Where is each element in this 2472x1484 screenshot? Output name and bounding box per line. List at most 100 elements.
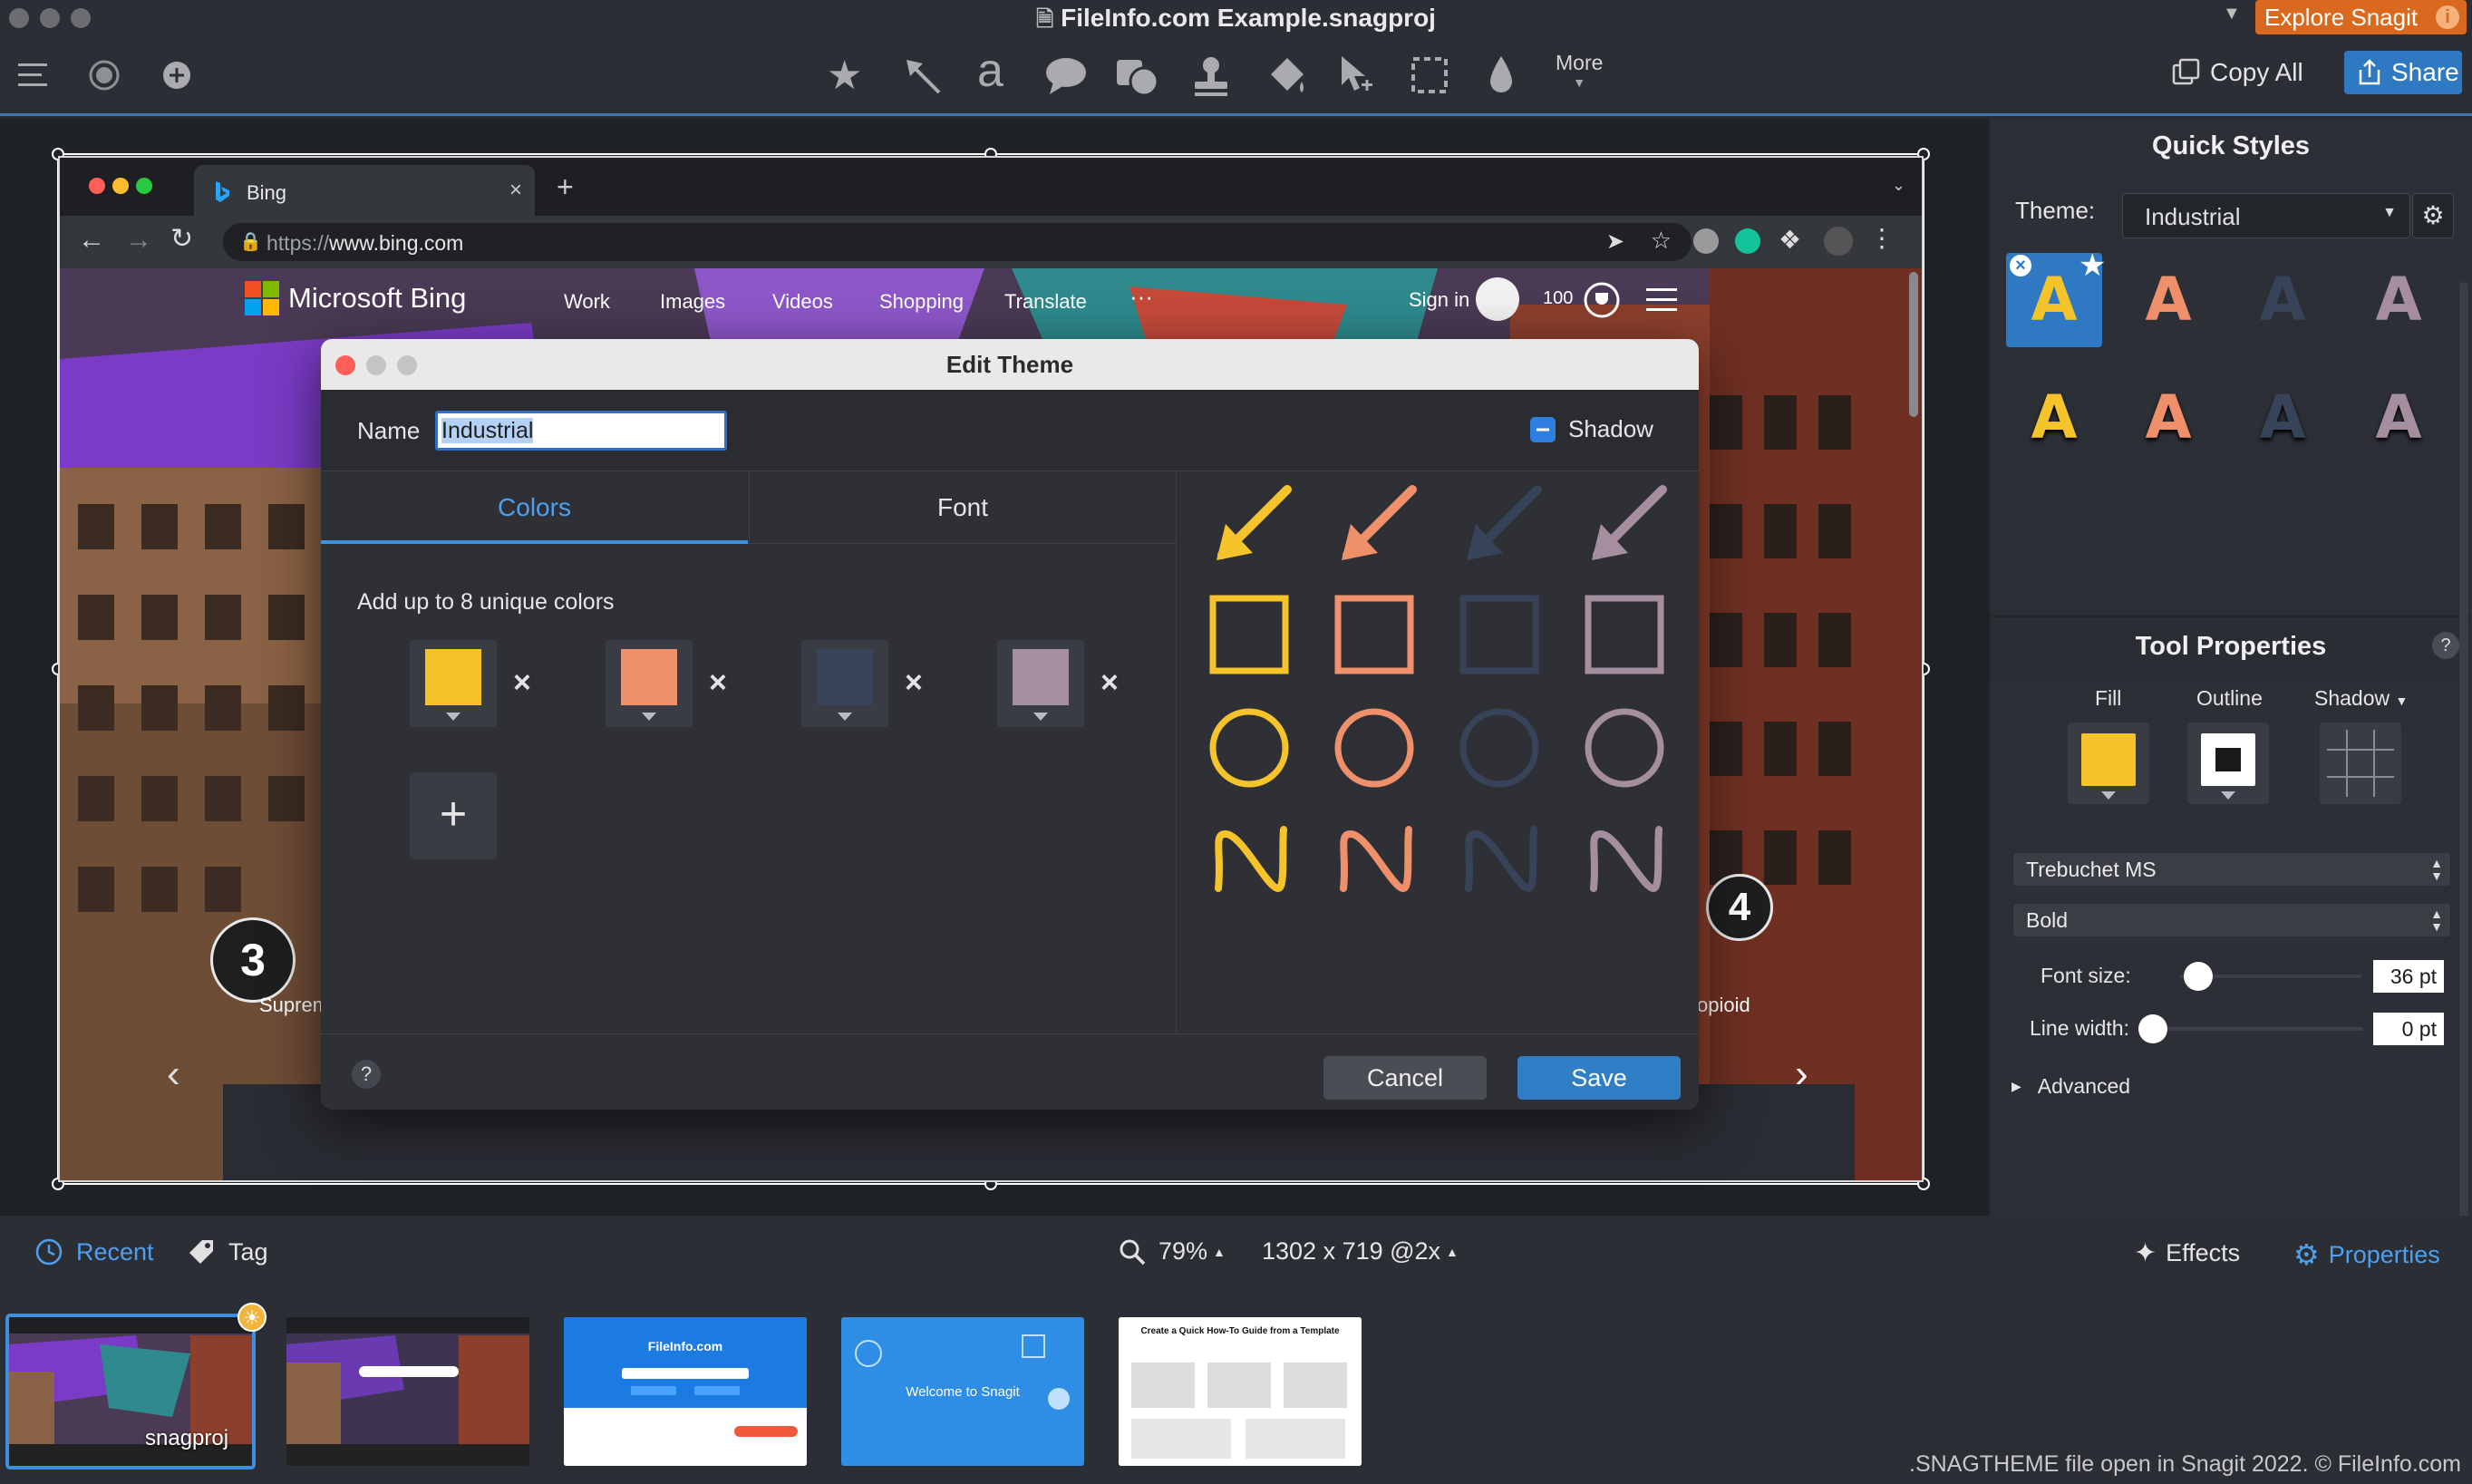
remove-color-4-icon[interactable]: × <box>1100 665 1119 701</box>
quick-style-8[interactable]: A <box>2351 371 2447 465</box>
font-size-slider-thumb[interactable] <box>2184 962 2213 991</box>
stamp-tool-icon[interactable] <box>1191 54 1231 98</box>
url-domain: www.bing.com <box>329 231 464 255</box>
copy-all-button[interactable]: Copy All <box>2172 58 2303 87</box>
callout-tool-icon[interactable] <box>1044 56 1088 96</box>
advanced-disclosure[interactable]: ▶ Advanced <box>2012 1074 2130 1099</box>
shadow-checkbox[interactable]: Shadow <box>1530 415 1653 443</box>
outline-color-picker[interactable] <box>2187 723 2269 804</box>
quick-style-5[interactable]: A <box>2006 371 2102 465</box>
cancel-button[interactable]: Cancel <box>1323 1056 1487 1100</box>
clock-icon <box>35 1238 63 1266</box>
fill-tool-icon[interactable] <box>1265 54 1307 96</box>
font-family-select[interactable]: Trebuchet MS ▲ ▼ <box>2013 853 2450 886</box>
panel-scrollbar[interactable] <box>2459 282 2468 1252</box>
move-tool-icon[interactable] <box>1338 54 1374 98</box>
remove-color-3-icon[interactable]: × <box>905 665 923 701</box>
bing-sign-in: Sign in <box>1409 288 1470 311</box>
chevron-down-icon <box>642 713 656 721</box>
theme-select[interactable]: Industrial ▼ <box>2122 193 2410 238</box>
carousel-caption-left: Suprem <box>259 994 330 1016</box>
theme-settings-gear-icon[interactable]: ⚙ <box>2412 193 2454 238</box>
favorites-star-icon[interactable]: ★ <box>827 56 862 96</box>
quick-style-2[interactable]: A <box>2120 253 2216 347</box>
browser-zoom-dot <box>136 178 152 194</box>
new-capture-plus-icon[interactable] <box>161 60 192 91</box>
shadow-dropdown[interactable]: Shadow ▼ <box>2314 686 2408 711</box>
favorite-star-icon[interactable]: ★ <box>2079 247 2106 284</box>
remove-color-2-icon[interactable]: × <box>709 665 727 701</box>
blur-tool-icon[interactable] <box>1487 54 1516 96</box>
color-swatch-3[interactable] <box>801 640 888 727</box>
toolbar: ★ a More ▼ Copy All Share <box>0 36 2472 116</box>
font-weight-select[interactable]: Bold ▲ ▼ <box>2013 904 2450 936</box>
add-color-button[interactable]: + <box>410 772 497 859</box>
dialog-close-button[interactable] <box>335 355 355 375</box>
carousel-prev-arrow-icon: ‹ <box>167 1052 180 1096</box>
arrow-tool-icon[interactable] <box>903 56 943 96</box>
chevron-down-icon: ▼ <box>2382 205 2397 220</box>
bing-nav-work: Work <box>564 290 610 313</box>
chevron-down-icon: ⌄ <box>1891 176 1905 194</box>
fill-color-picker[interactable] <box>2068 723 2149 804</box>
title-bar: 🗎 FileInfo.com Example.snagproj ▼ Explor… <box>0 0 2472 36</box>
effects-label: Effects <box>2166 1239 2241 1266</box>
line-width-slider-track[interactable] <box>2155 1027 2363 1031</box>
thumbnail-3[interactable]: FileInfo.com <box>564 1317 807 1466</box>
new-tab-plus-icon: + <box>557 170 574 203</box>
dialog-title-bar: Edit Theme <box>321 339 1699 390</box>
effects-button[interactable]: ✦ Effects <box>2134 1237 2240 1269</box>
chevron-down-icon <box>2221 791 2235 800</box>
stepper-arrows-icon: ▲ ▼ <box>2430 907 2443 934</box>
remove-color-1-icon[interactable]: × <box>513 665 531 701</box>
thumbnail-4[interactable]: Welcome to Snagit <box>841 1317 1084 1466</box>
bing-nav-shopping: Shopping <box>879 290 964 313</box>
tag-button[interactable]: Tag <box>187 1237 268 1266</box>
shadow-grid-icon[interactable] <box>2320 723 2401 804</box>
quick-style-3[interactable]: A <box>2234 253 2331 347</box>
capture-button-icon[interactable] <box>89 60 120 91</box>
preview-line-2 <box>1340 826 1412 893</box>
browser-minimize-dot <box>112 178 129 194</box>
line-width-label: Line width: <box>2030 1016 2129 1040</box>
tab-colors[interactable]: Colors <box>321 471 748 544</box>
grammarly-extension-icon <box>1735 228 1760 254</box>
magic-wand-icon: ✦ <box>2134 1238 2157 1268</box>
zoom-control[interactable]: 79% ▲ <box>1119 1237 1226 1266</box>
properties-button[interactable]: ⚙ Properties <box>2293 1237 2440 1272</box>
line-width-slider-thumb[interactable] <box>2138 1014 2167 1043</box>
recent-button[interactable]: Recent <box>34 1237 154 1266</box>
font-size-input[interactable]: 36 pt <box>2373 960 2444 993</box>
text-tool-icon[interactable]: a <box>977 47 1003 94</box>
thumbnail-2[interactable] <box>286 1317 529 1466</box>
explore-snagit-button[interactable]: Explore Snagit i <box>2255 0 2467 34</box>
hamburger-menu-icon[interactable] <box>18 63 47 87</box>
save-button[interactable]: Save <box>1517 1056 1681 1100</box>
font-weight-value: Bold <box>2026 908 2069 932</box>
shape-tool-icon[interactable] <box>1115 56 1160 96</box>
quick-style-6[interactable]: A <box>2120 371 2216 465</box>
selection-tool-icon[interactable] <box>1410 56 1449 94</box>
quick-style-4[interactable]: A <box>2351 253 2447 347</box>
dimensions-control[interactable]: 1302 x 719 @2x ▲ <box>1262 1237 1459 1266</box>
color-swatch-2[interactable] <box>606 640 693 727</box>
recent-label: Recent <box>76 1237 154 1266</box>
help-icon[interactable]: ? <box>2432 632 2459 659</box>
tool-properties-heading: Tool Properties <box>2135 632 2327 661</box>
delete-style-icon[interactable]: × <box>2010 255 2031 276</box>
color-swatch-4[interactable] <box>997 640 1084 727</box>
share-button[interactable]: Share <box>2344 51 2462 94</box>
help-icon[interactable]: ? <box>352 1060 381 1089</box>
line-width-input[interactable]: 0 pt <box>2373 1013 2444 1045</box>
more-tools-button[interactable]: More ▼ <box>1556 51 1603 90</box>
quick-style-7[interactable]: A <box>2234 371 2331 465</box>
tab-font[interactable]: Font <box>749 471 1176 544</box>
chevron-down-icon <box>2101 791 2116 800</box>
thumbnail-1-selected[interactable]: snagproj <box>5 1314 256 1469</box>
bookmark-star-icon: ☆ <box>1650 227 1672 254</box>
theme-name-input[interactable]: Industrial <box>435 411 727 451</box>
chevron-down-icon[interactable]: ▼ <box>2223 4 2241 24</box>
user-avatar-icon <box>1476 277 1519 321</box>
color-swatch-1[interactable] <box>410 640 497 727</box>
thumbnail-5[interactable]: Create a Quick How-To Guide from a Templ… <box>1119 1317 1362 1466</box>
